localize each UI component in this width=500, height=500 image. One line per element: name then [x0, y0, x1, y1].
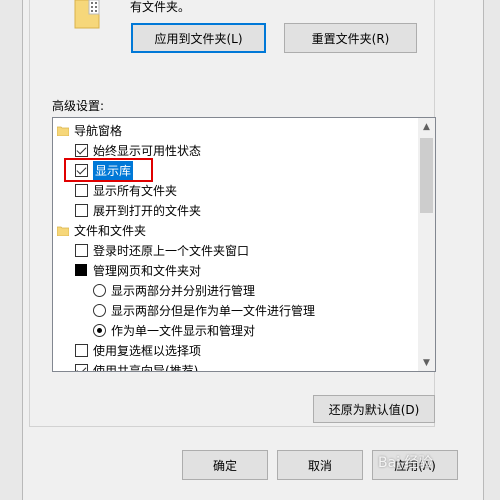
folder-icon — [57, 226, 69, 236]
tree-item-radio-single-file[interactable]: 作为单一文件显示和管理对 — [93, 320, 255, 340]
watermark: Bai 经验 — [378, 455, 433, 471]
folder-views-description: 有文件夹。 — [130, 0, 191, 14]
tree-group-files-and-folders: 文件和文件夹 — [57, 220, 146, 240]
tree-item-label: 管理网页和文件夹对 — [93, 263, 202, 278]
apply-to-folders-button[interactable]: 应用到文件夹(L) — [131, 23, 266, 53]
tree-item-use-check-boxes[interactable]: 使用复选框以选择项 — [75, 340, 201, 360]
tree-item-label: 导航窗格 — [74, 123, 123, 138]
tree-item-label: 登录时还原上一个文件夹窗口 — [93, 243, 250, 258]
tree-item-show-all-folders[interactable]: 显示所有文件夹 — [75, 180, 177, 200]
scrollbar-thumb[interactable] — [420, 138, 433, 213]
tree-item-label: 作为单一文件显示和管理对 — [111, 323, 256, 338]
vertical-scrollbar[interactable]: ▲ ▼ — [418, 118, 435, 371]
folder-icon — [57, 126, 69, 136]
ok-button[interactable]: 确定 — [182, 450, 268, 480]
checkbox[interactable] — [75, 183, 88, 197]
radio-button[interactable] — [93, 323, 106, 337]
restore-defaults-button[interactable]: 还原为默认值(D) — [313, 395, 435, 423]
advanced-settings-label: 高级设置: — [52, 99, 105, 113]
tree-item-restore-previous-windows[interactable]: 登录时还原上一个文件夹窗口 — [75, 240, 249, 260]
tree-item-label: 使用共享向导(推荐) — [93, 363, 199, 372]
tree-item-always-show-availability[interactable]: 始终显示可用性状态 — [75, 140, 201, 160]
tree-item-label: 展开到打开的文件夹 — [93, 203, 202, 218]
tree-item-use-sharing-wizard[interactable]: 使用共享向导(推荐) — [75, 360, 199, 372]
tree-item-label: 使用复选框以选择项 — [93, 343, 202, 358]
group-square-icon — [75, 264, 87, 276]
radio-button[interactable] — [93, 283, 106, 297]
tree-item-expand-to-open-folder[interactable]: 展开到打开的文件夹 — [75, 200, 201, 220]
tree-item-label: 显示所有文件夹 — [93, 183, 178, 198]
annotation-highlight-box — [64, 158, 153, 182]
reset-folders-button[interactable]: 重置文件夹(R) — [284, 23, 417, 53]
folder-view-icon — [74, 0, 100, 29]
advanced-settings-tree[interactable]: 导航窗格 始终显示可用性状态 显示库 显示所有文件夹 展开到打开的文件夹 文件和… — [52, 117, 436, 372]
tree-item-label: 显示两部分并分别进行管理 — [111, 283, 256, 298]
scroll-up-icon[interactable]: ▲ — [418, 118, 435, 135]
checkbox[interactable] — [75, 343, 88, 357]
checkbox[interactable] — [75, 363, 88, 371]
tree-group-navigation-pane: 导航窗格 — [57, 120, 122, 140]
tree-group-manage-webpage-folder-pairs: 管理网页和文件夹对 — [75, 260, 201, 280]
checkbox[interactable] — [75, 243, 88, 257]
tree-item-radio-show-both-single-file[interactable]: 显示两部分但是作为单一文件进行管理 — [93, 300, 315, 320]
radio-button[interactable] — [93, 303, 106, 317]
tree-item-radio-show-both-separately[interactable]: 显示两部分并分别进行管理 — [93, 280, 255, 300]
tree-item-label: 始终显示可用性状态 — [93, 143, 202, 158]
tree-item-label: 文件和文件夹 — [74, 223, 147, 238]
cancel-button[interactable]: 取消 — [277, 450, 363, 480]
scroll-down-icon[interactable]: ▼ — [418, 354, 435, 371]
checkbox[interactable] — [75, 203, 88, 217]
tree-item-label: 显示两部分但是作为单一文件进行管理 — [111, 303, 316, 318]
checkbox[interactable] — [75, 143, 88, 157]
